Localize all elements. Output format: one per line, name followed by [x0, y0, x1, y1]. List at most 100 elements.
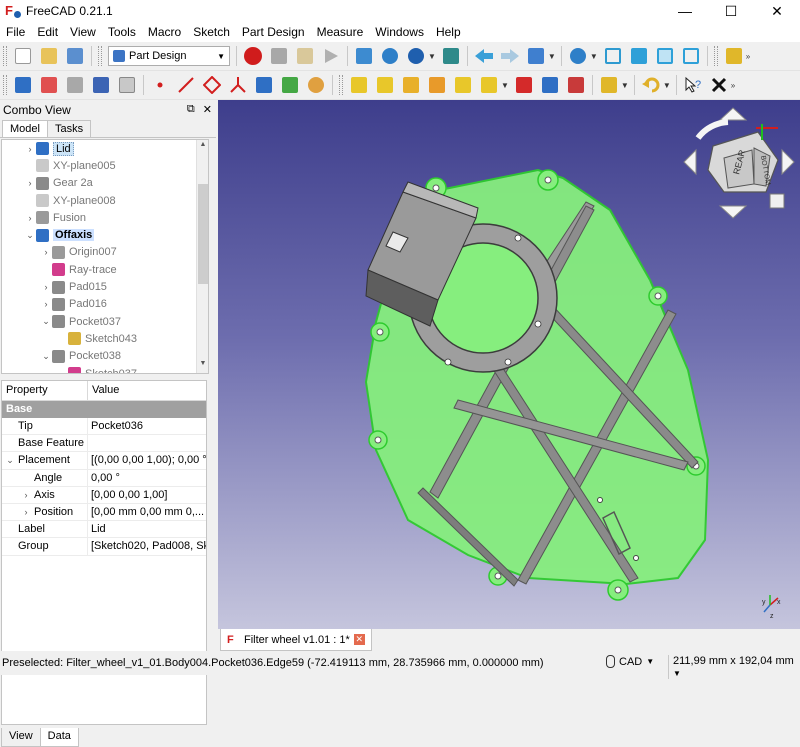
property-row[interactable]: Base Feature: [2, 435, 206, 453]
fit-all-button[interactable]: [353, 45, 375, 67]
minimize-button[interactable]: —: [662, 0, 708, 22]
back-button[interactable]: [473, 45, 495, 67]
tree-item[interactable]: Ray-trace: [2, 261, 208, 278]
property-value[interactable]: Lid: [88, 521, 206, 537]
datum-plane-button[interactable]: [201, 74, 223, 96]
property-row[interactable]: ⌄Placement[(0,00 0,00 1,00); 0,00 °;...: [2, 452, 206, 470]
nav-arrow-right-icon[interactable]: [781, 148, 795, 176]
tab-tasks[interactable]: Tasks: [46, 120, 92, 137]
validate-sketch-button[interactable]: [64, 74, 86, 96]
chevron-right-icon[interactable]: ›: [18, 490, 34, 500]
additive-pipe-button[interactable]: [426, 74, 448, 96]
clone-body-button[interactable]: [305, 74, 327, 96]
pad-button[interactable]: [348, 74, 370, 96]
float-panel-icon[interactable]: ⧉: [187, 103, 195, 116]
property-value[interactable]: [(0,00 0,00 1,00); 0,00 °;...: [88, 452, 206, 468]
menu-edit[interactable]: Edit: [31, 22, 64, 42]
chevron-right-icon[interactable]: ›: [40, 247, 52, 257]
save-button[interactable]: [64, 45, 86, 67]
chevron-down-icon[interactable]: ⌄: [40, 351, 52, 362]
property-value[interactable]: [0,00 0,00 1,00]: [88, 487, 206, 503]
part-container-button[interactable]: [723, 45, 745, 67]
menu-measure[interactable]: Measure: [311, 22, 370, 42]
property-value[interactable]: Pocket036: [88, 418, 206, 434]
hole-button[interactable]: [539, 74, 561, 96]
view-front-button[interactable]: [628, 45, 650, 67]
tab-model[interactable]: Model: [2, 120, 48, 137]
scroll-thumb[interactable]: [198, 184, 208, 284]
chevron-right-icon[interactable]: ›: [24, 144, 36, 154]
tree-item[interactable]: › Fusion: [2, 209, 208, 226]
property-row[interactable]: Tip Pocket036: [2, 418, 206, 436]
run-macro-button[interactable]: [320, 45, 342, 67]
toolbar-grip[interactable]: [3, 75, 7, 95]
chevron-down-icon[interactable]: ▼: [548, 52, 556, 61]
chevron-down-icon[interactable]: ⌄: [24, 230, 36, 241]
zoom-button[interactable]: [567, 45, 589, 67]
maximize-button[interactable]: ☐: [708, 0, 754, 22]
clone-button[interactable]: [116, 74, 138, 96]
property-row[interactable]: › Axis [0,00 0,00 1,00]: [2, 486, 206, 504]
chevron-right-icon[interactable]: ›: [24, 178, 36, 188]
additive-primitive-button[interactable]: [478, 74, 500, 96]
shape-binder-button[interactable]: [253, 74, 275, 96]
tree-item[interactable]: ⌄ Pocket037: [2, 313, 208, 330]
chevron-down-icon[interactable]: ▼: [621, 81, 629, 90]
map-sketch-button[interactable]: [90, 74, 112, 96]
open-button[interactable]: [38, 45, 60, 67]
pocket-button[interactable]: [513, 74, 535, 96]
close-button[interactable]: ✕: [754, 0, 800, 22]
tree-scrollbar[interactable]: ▲ ▼: [196, 140, 208, 373]
fit-selection-button[interactable]: [379, 45, 401, 67]
whats-this-button[interactable]: ?: [682, 74, 704, 96]
create-sketch-button[interactable]: [38, 74, 60, 96]
datum-line-button[interactable]: [175, 74, 197, 96]
undo-button[interactable]: [640, 74, 662, 96]
new-document-button[interactable]: [12, 45, 34, 67]
toolbar-grip[interactable]: [713, 46, 718, 66]
view-menu-cube-icon[interactable]: [769, 193, 785, 209]
tab-data[interactable]: Data: [39, 728, 79, 747]
chevron-down-icon[interactable]: ⌄: [40, 316, 52, 327]
view-right-button[interactable]: [680, 45, 702, 67]
toolbar-grip[interactable]: [3, 46, 7, 66]
stop-macro-button[interactable]: [268, 45, 290, 67]
menu-windows[interactable]: Windows: [369, 22, 430, 42]
revolution-button[interactable]: [374, 74, 396, 96]
tree-item[interactable]: XY-plane005: [2, 157, 208, 174]
tree-item[interactable]: › Pad015: [2, 278, 208, 295]
chevron-down-icon[interactable]: ▼: [590, 52, 598, 61]
tree-item[interactable]: › Pad016: [2, 296, 208, 313]
chevron-right-icon[interactable]: ›: [24, 213, 36, 223]
bounding-box-button[interactable]: [440, 45, 462, 67]
more-tools-icon[interactable]: »: [746, 52, 750, 61]
navigation-style-selector[interactable]: CAD ▼: [606, 655, 654, 668]
3d-viewport[interactable]: REAR BOTTOM y x z: [218, 100, 800, 629]
scroll-down-icon[interactable]: ▼: [197, 360, 208, 372]
property-row[interactable]: Label Lid: [2, 521, 206, 539]
tree-item[interactable]: ⌄ Pocket038: [2, 348, 208, 365]
nav-arrow-down-icon[interactable]: [718, 205, 748, 219]
record-macro-button[interactable]: [242, 45, 264, 67]
document-tab[interactable]: F Filter wheel v1.01 : 1* ✕: [220, 629, 372, 651]
chevron-down-icon[interactable]: ▼: [428, 52, 436, 61]
workbench-selector[interactable]: Part Design ▼: [108, 46, 230, 66]
chevron-down-icon[interactable]: ⌄: [2, 455, 18, 466]
property-row[interactable]: › Position [0,00 mm 0,00 mm 0,...: [2, 503, 206, 522]
property-value[interactable]: [88, 435, 206, 451]
tree-item[interactable]: › Origin007: [2, 244, 208, 261]
tree-item[interactable]: XY-plane008: [2, 192, 208, 209]
nav-arrow-up-icon[interactable]: [718, 107, 748, 121]
datum-point-button[interactable]: [149, 74, 171, 96]
tree-item[interactable]: › Lid: [2, 140, 208, 157]
menu-macro[interactable]: Macro: [142, 22, 187, 42]
tree-item[interactable]: › Gear 2a: [2, 175, 208, 192]
menu-view[interactable]: View: [64, 22, 102, 42]
chevron-down-icon[interactable]: ▼: [501, 81, 509, 90]
link-button[interactable]: [525, 45, 547, 67]
edit-macro-button[interactable]: [294, 45, 316, 67]
chevron-right-icon[interactable]: ›: [40, 282, 52, 292]
view-isometric-button[interactable]: [602, 45, 624, 67]
draw-style-button[interactable]: [405, 45, 427, 67]
chevron-right-icon[interactable]: ›: [18, 507, 34, 517]
